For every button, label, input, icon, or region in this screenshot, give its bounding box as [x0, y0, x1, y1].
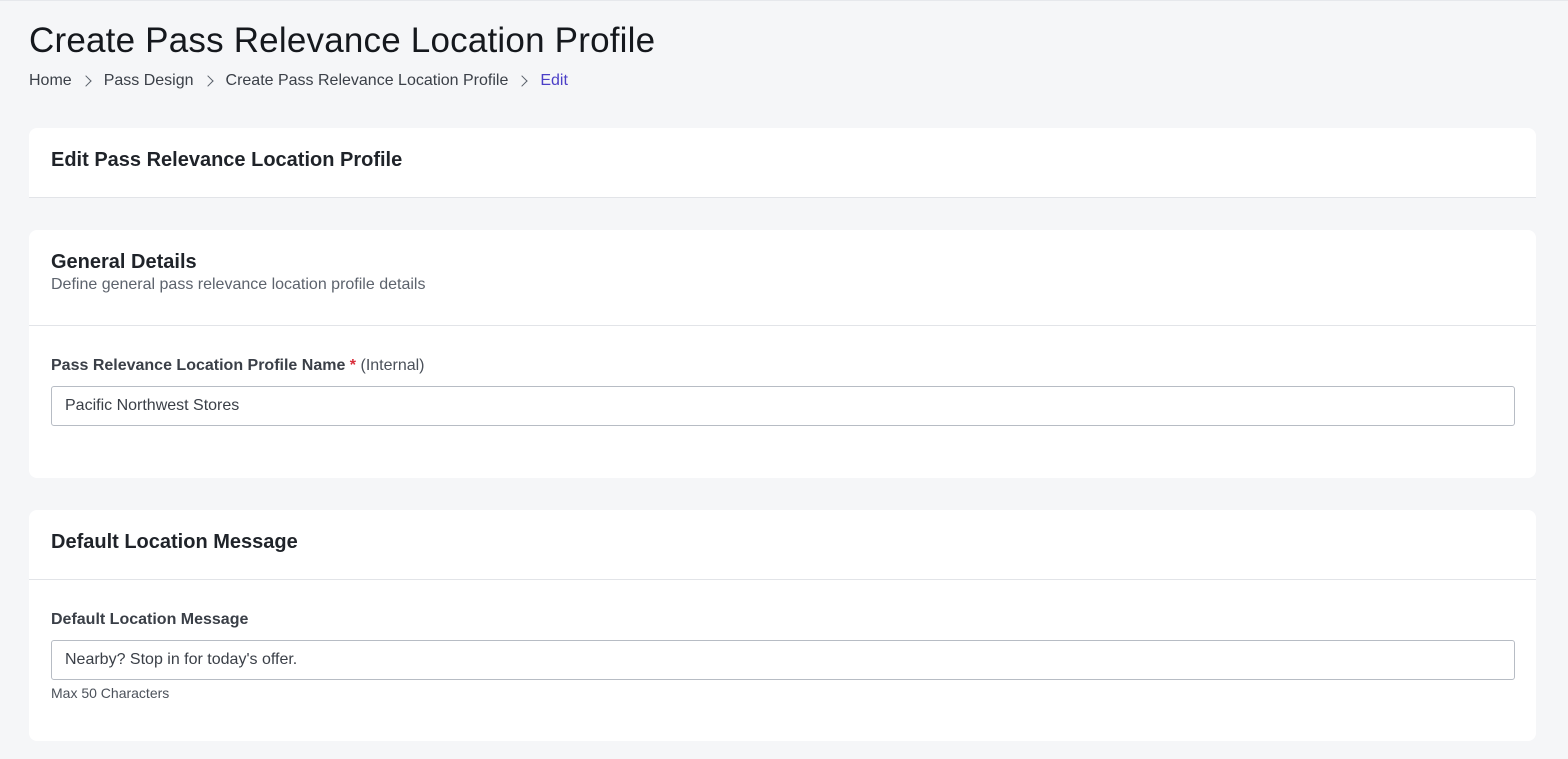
edit-profile-card: Edit Pass Relevance Location Profile — [29, 128, 1536, 198]
breadcrumb-current-edit: Edit — [540, 72, 568, 89]
default-location-message-title: Default Location Message — [51, 531, 298, 553]
breadcrumb-pass-design-link[interactable]: Pass Design — [104, 72, 194, 90]
max-characters-hint: Max 50 Characters — [51, 685, 170, 701]
chevron-right-icon — [80, 75, 92, 87]
breadcrumb-home-link[interactable]: Home — [29, 72, 72, 90]
internal-note: (Internal) — [360, 357, 425, 374]
general-details-subtitle: Define general pass relevance location p… — [51, 276, 426, 293]
general-details-title: General Details — [51, 251, 197, 273]
required-marker: * — [349, 357, 357, 374]
breadcrumb: Home Pass Design Create Pass Relevance L… — [29, 72, 568, 90]
edit-profile-card-title: Edit Pass Relevance Location Profile — [51, 149, 403, 171]
profile-name-input[interactable] — [51, 386, 1515, 426]
chevron-right-icon — [201, 75, 214, 87]
general-details-card-header: General Details Define general pass rele… — [29, 230, 1536, 326]
profile-name-label: Pass Relevance Location Profile Name * (… — [51, 357, 1514, 375]
default-location-message-card-body: Default Location Message Max 50 Characte… — [29, 580, 1536, 701]
chevron-right-icon — [516, 75, 529, 87]
page-title: Create Pass Relevance Location Profile — [29, 21, 656, 60]
general-details-card-body: Pass Relevance Location Profile Name * (… — [29, 326, 1536, 426]
general-details-card: General Details Define general pass rele… — [29, 230, 1536, 478]
default-location-message-input[interactable] — [51, 640, 1515, 680]
default-location-message-card-header: Default Location Message — [29, 510, 1536, 580]
edit-profile-card-header: Edit Pass Relevance Location Profile — [29, 128, 1536, 198]
profile-name-label-text: Pass Relevance Location Profile Name — [51, 357, 346, 374]
default-location-message-card: Default Location Message Default Locatio… — [29, 510, 1536, 741]
breadcrumb-create-profile-link[interactable]: Create Pass Relevance Location Profile — [226, 72, 509, 90]
default-location-message-label: Default Location Message — [51, 611, 249, 628]
